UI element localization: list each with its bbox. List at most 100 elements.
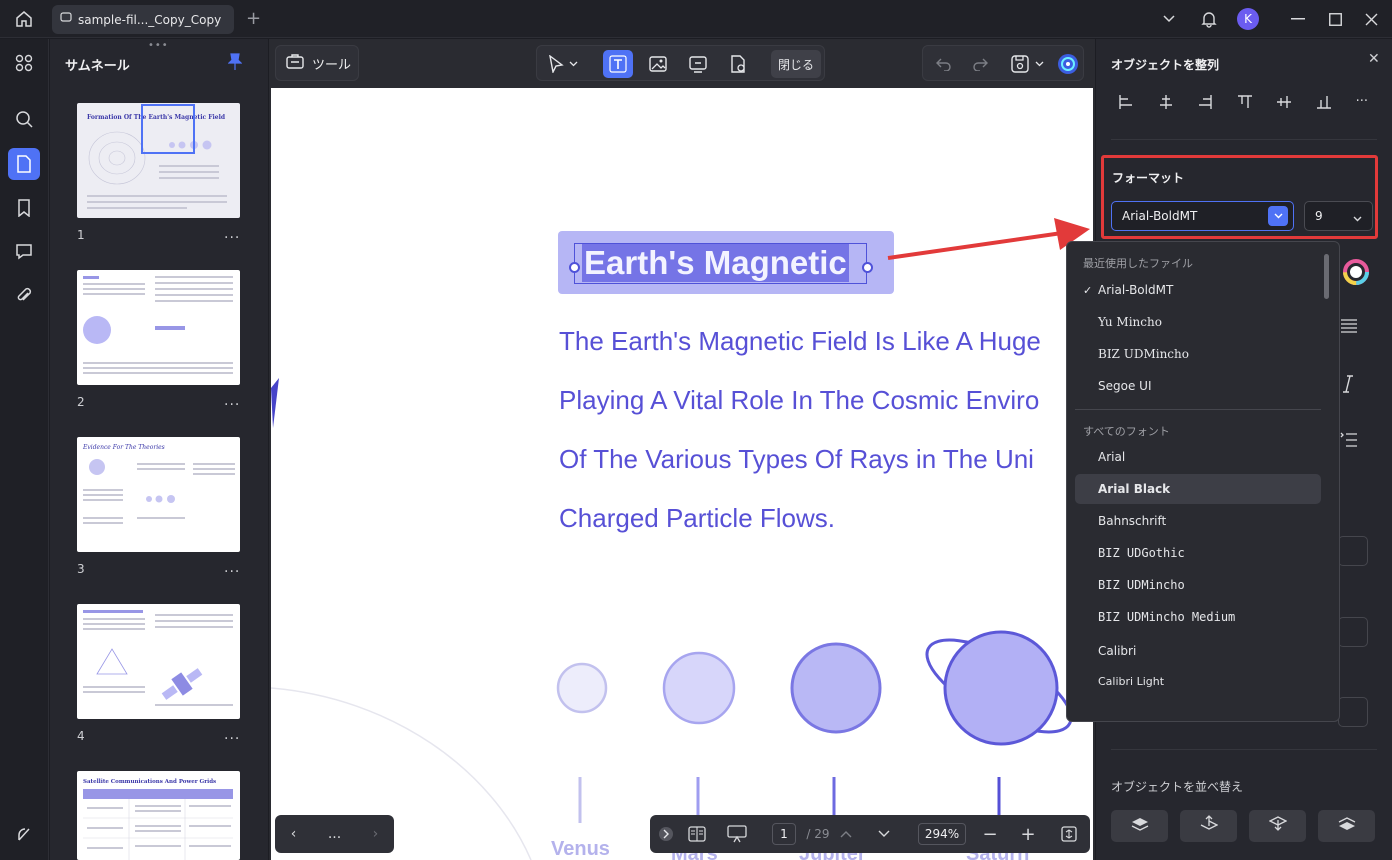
body-text-line-1[interactable]: The Earth's Magnetic Field Is Like A Hug… — [559, 326, 1041, 357]
font-option-calibri[interactable]: Calibri — [1075, 636, 1321, 666]
align-center-v-icon[interactable] — [1276, 94, 1292, 114]
zoom-level-input[interactable]: 294% — [918, 823, 966, 845]
font-option-biz-udmincho-medium[interactable]: BIZ UDMincho Medium — [1075, 602, 1321, 632]
text-tool-icon[interactable] — [603, 50, 633, 78]
home-icon[interactable] — [10, 7, 38, 31]
send-back-icon — [1338, 816, 1356, 836]
opacity-stepper[interactable] — [1338, 617, 1368, 647]
cursor-dropdown-icon[interactable] — [565, 50, 581, 78]
font-option-biz-udmincho-recent[interactable]: BIZ UDMincho — [1075, 339, 1321, 369]
ai-assistant-icon[interactable] — [1055, 50, 1081, 78]
watermark-tool-icon[interactable] — [723, 50, 753, 78]
thumbnail-page-icon[interactable] — [8, 148, 40, 180]
undo-icon[interactable] — [929, 50, 959, 78]
maximize-icon[interactable] — [1320, 0, 1350, 38]
page-thumbnail-3[interactable]: Evidence For The Theories — [77, 437, 240, 552]
more-options-icon[interactable]: ... — [328, 826, 341, 842]
new-tab-icon[interactable]: + — [246, 8, 261, 29]
thumbnail-nav-bar: ‹ ... › — [275, 815, 394, 853]
body-text-line-3[interactable]: Of The Various Types Of Rays in The Uni — [559, 444, 1034, 475]
bring-to-front-button[interactable] — [1111, 810, 1168, 842]
attachment-icon[interactable] — [8, 280, 40, 312]
font-size-value: 9 — [1315, 209, 1323, 223]
page-down-icon[interactable] — [872, 815, 896, 853]
bell-icon[interactable] — [1194, 0, 1224, 38]
font-family-select[interactable]: Arial-BoldMT — [1111, 201, 1294, 231]
zoom-out-icon[interactable]: − — [978, 815, 1002, 853]
align-bottom-icon[interactable] — [1316, 94, 1332, 114]
next-arrow-icon[interactable]: › — [373, 826, 379, 842]
page-number-1: 1 — [77, 228, 85, 242]
send-backward-button[interactable] — [1249, 810, 1306, 842]
align-justify-icon[interactable] — [1340, 318, 1358, 338]
align-left-icon[interactable] — [1118, 94, 1134, 114]
font-option-yu-mincho[interactable]: Yu Mincho — [1075, 307, 1321, 337]
save-dropdown-icon[interactable] — [1031, 50, 1047, 78]
send-to-back-button[interactable] — [1318, 810, 1375, 842]
italic-icon[interactable] — [1342, 375, 1354, 397]
font-size-select[interactable]: 9 — [1304, 201, 1373, 231]
font-option-arial-black[interactable]: Arial Black — [1075, 474, 1321, 504]
list-icon[interactable] — [1340, 432, 1358, 452]
align-right-icon[interactable] — [1197, 94, 1213, 114]
page-thumbnail-1[interactable]: Formation Of The Earth's Magnetic Field — [77, 103, 240, 218]
page-up-icon[interactable] — [834, 815, 858, 853]
bring-forward-button[interactable] — [1180, 810, 1237, 842]
font-option-bahnschrift[interactable]: Bahnschrift — [1075, 506, 1321, 536]
avatar[interactable]: K — [1233, 0, 1263, 38]
page-4-more-icon[interactable]: ... — [224, 727, 240, 743]
font-option-segoe-ui[interactable]: Segoe UI — [1075, 371, 1321, 401]
fit-page-icon[interactable] — [1056, 815, 1082, 853]
align-center-h-icon[interactable] — [1158, 94, 1174, 114]
resize-handle-right[interactable] — [862, 262, 873, 273]
body-text-line-4[interactable]: Charged Particle Flows. — [559, 503, 835, 534]
font-option-biz-udgothic[interactable]: BIZ UDGothic — [1075, 538, 1321, 568]
search-icon[interactable] — [8, 103, 40, 135]
minimize-icon[interactable] — [1283, 0, 1313, 38]
link-tool-icon[interactable] — [683, 50, 713, 78]
presentation-icon[interactable] — [724, 815, 750, 853]
font-option-arial-boldmt[interactable]: ✓ Arial-BoldMT — [1075, 275, 1321, 305]
align-top-icon[interactable] — [1237, 94, 1253, 114]
feedback-icon[interactable] — [8, 818, 40, 850]
page-thumbnail-5[interactable]: Satellite Communications And Power Grids — [77, 771, 240, 860]
pdf-page: Venus Mars Jupiter Saturn Earth's Magnet… — [271, 88, 1093, 860]
prev-arrow-icon[interactable]: ‹ — [291, 826, 297, 842]
page-3-more-icon[interactable]: ... — [224, 560, 240, 576]
resize-handle-left[interactable] — [569, 262, 580, 273]
font-option-calibri-light[interactable]: Calibri Light — [1075, 666, 1321, 696]
expand-icon[interactable] — [656, 815, 676, 853]
drag-handle[interactable]: ••• — [148, 40, 169, 51]
current-page-input[interactable]: 1 — [772, 823, 796, 845]
more-align-icon[interactable]: ··· — [1356, 94, 1368, 114]
page-thumbnail-2[interactable] — [77, 270, 240, 385]
body-text-line-2[interactable]: Playing A Vital Role In The Cosmic Envir… — [559, 385, 1039, 416]
font-option-arial[interactable]: Arial — [1075, 442, 1321, 472]
spacing-stepper[interactable] — [1338, 536, 1368, 566]
chevron-down-icon[interactable] — [1268, 206, 1288, 226]
size-chevron-icon[interactable] — [1353, 211, 1362, 225]
arrange-section-title: オブジェクトを並べ替え — [1111, 780, 1244, 794]
redo-icon[interactable] — [965, 50, 995, 78]
tools-button[interactable]: ツール — [275, 45, 359, 81]
close-edit-button[interactable]: 閉じる — [771, 50, 821, 78]
image-tool-icon[interactable] — [643, 50, 673, 78]
close-panel-icon[interactable]: ✕ — [1368, 51, 1380, 67]
pin-icon[interactable] — [227, 53, 243, 75]
apps-grid-icon[interactable] — [8, 47, 40, 79]
zoom-in-icon[interactable]: + — [1016, 815, 1040, 853]
reading-mode-icon[interactable] — [684, 815, 710, 853]
page-1-more-icon[interactable]: ... — [224, 226, 240, 242]
rotation-stepper[interactable] — [1338, 697, 1368, 727]
bookmark-icon[interactable] — [8, 192, 40, 224]
color-wheel-icon[interactable] — [1342, 258, 1370, 290]
dropdown-scrollbar[interactable] — [1324, 254, 1329, 299]
comment-icon[interactable] — [8, 235, 40, 267]
close-window-icon[interactable] — [1356, 0, 1386, 38]
page-2-more-icon[interactable]: ... — [224, 393, 240, 409]
page-thumbnail-4[interactable] — [77, 604, 240, 719]
chevron-down-icon[interactable] — [1154, 0, 1184, 38]
font-option-biz-udmincho[interactable]: BIZ UDMincho — [1075, 570, 1321, 600]
document-tab[interactable]: sample-fil..._Copy_Copy — [52, 5, 234, 34]
history-toolbar — [922, 45, 1084, 81]
